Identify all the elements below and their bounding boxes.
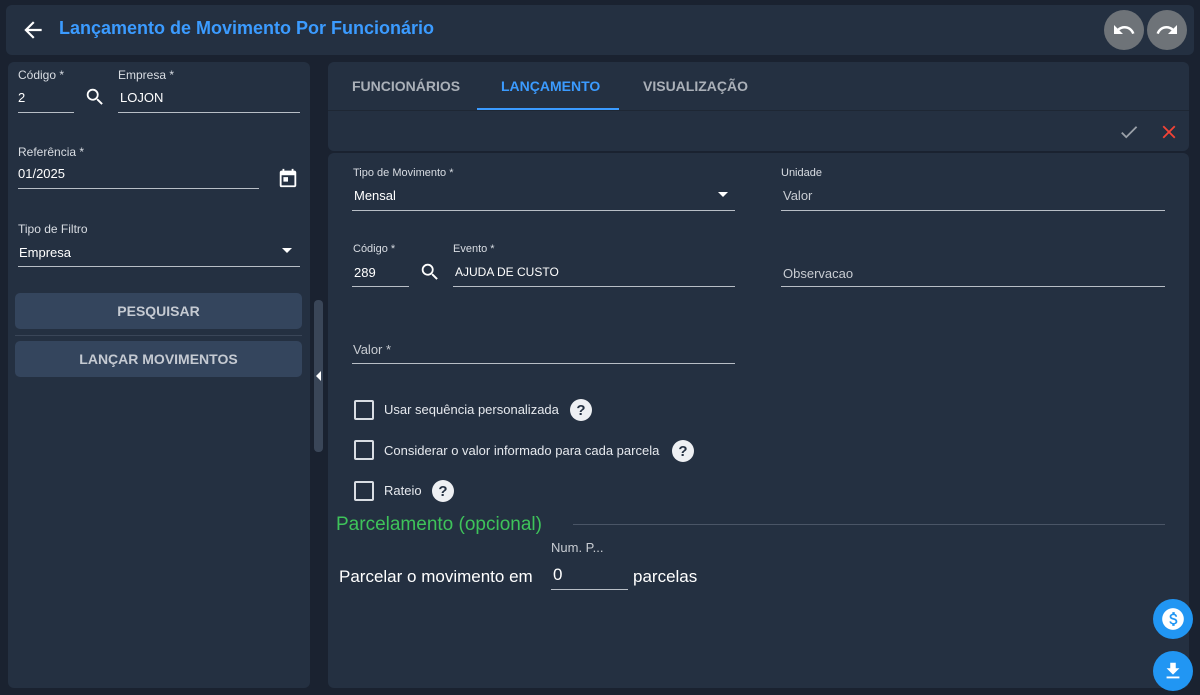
tipo-movimento-label: Tipo de Movimento * <box>353 167 454 179</box>
observacao-underline <box>781 286 1165 287</box>
help-icon[interactable]: ? <box>672 440 694 462</box>
parcelamento-title: Parcelamento (opcional) <box>336 514 542 535</box>
calendar-icon[interactable] <box>277 167 299 189</box>
codigo-label: Código * <box>18 68 65 82</box>
tipo-filtro-label: Tipo de Filtro <box>18 222 88 236</box>
parcelar-prefix: Parcelar o movimento em <box>339 567 533 586</box>
unidade-label: Unidade <box>781 167 822 179</box>
search-icon[interactable] <box>84 86 106 108</box>
tab-visualizacao[interactable]: VISUALIZAÇÃO <box>643 78 748 94</box>
tipo-movimento-underline <box>352 210 735 211</box>
checkbox-sequencia-personalizada[interactable] <box>354 400 374 420</box>
page-title: Lançamento de Movimento Por Funcionário <box>59 18 435 38</box>
download-icon <box>1162 660 1184 682</box>
redo-icon <box>1155 18 1179 42</box>
empresa-label: Empresa * <box>118 68 175 82</box>
codigo-underline <box>18 112 74 113</box>
num-parcelas-underline <box>551 589 628 590</box>
help-icon[interactable]: ? <box>432 480 454 502</box>
help-icon[interactable]: ? <box>570 399 592 421</box>
checkbox-label: Rateio <box>384 483 422 498</box>
num-parcelas-label: Num. P... <box>551 540 604 555</box>
codigo-evento-label: Código * <box>353 243 396 255</box>
lancar-movimentos-button[interactable]: LANÇAR MOVIMENTOS <box>15 341 302 377</box>
tab-lancamento[interactable]: LANÇAMENTO <box>501 78 600 94</box>
referencia-label: Referência * <box>18 145 85 159</box>
redo-button[interactable] <box>1147 10 1187 50</box>
tipo-filtro-underline <box>18 266 300 267</box>
checkbox-rateio[interactable] <box>354 481 374 501</box>
checkbox-valor-cada-parcela[interactable] <box>354 440 374 460</box>
num-parcelas-input[interactable]: 0 <box>553 565 562 585</box>
dollar-icon <box>1160 606 1186 632</box>
checkbox-label: Usar sequência personalizada <box>384 402 559 417</box>
unidade-underline <box>781 210 1165 211</box>
collapse-icon[interactable] <box>315 370 323 382</box>
codigo-input[interactable]: 2 <box>18 90 25 105</box>
codigo-evento-input[interactable]: 289 <box>354 265 376 280</box>
lancamento-form: Tipo de Movimento * Mensal Unidade Valor… <box>328 153 1189 688</box>
pesquisar-button[interactable]: PESQUISAR <box>15 293 302 329</box>
checkbox-label: Considerar o valor informado para cada p… <box>384 443 660 458</box>
tabs-panel: FUNCIONÁRIOS LANÇAMENTO VISUALIZAÇÃO <box>328 62 1189 151</box>
tabs-divider <box>328 110 1189 111</box>
evento-label: Evento * <box>453 243 495 255</box>
evento-underline <box>453 286 735 287</box>
referencia-input[interactable]: 01/2025 <box>18 166 65 181</box>
dropdown-arrow-icon[interactable] <box>281 247 293 255</box>
dollar-button[interactable] <box>1153 599 1193 639</box>
tab-funcionarios[interactable]: FUNCIONÁRIOS <box>352 78 460 94</box>
page-header: Lançamento de Movimento Por Funcionário <box>6 5 1194 55</box>
search-icon[interactable] <box>419 261 441 283</box>
divider <box>15 335 302 336</box>
filter-panel: Código * 2 Empresa * LOJON Referência * … <box>8 62 310 688</box>
referencia-underline <box>18 188 259 189</box>
dropdown-arrow-icon[interactable] <box>717 191 729 199</box>
codigo-evento-underline <box>352 286 409 287</box>
empresa-input[interactable]: LOJON <box>120 90 163 105</box>
undo-button[interactable] <box>1104 10 1144 50</box>
parcelamento-divider <box>573 524 1165 525</box>
tipo-movimento-select[interactable]: Mensal <box>354 188 396 203</box>
close-icon[interactable] <box>1158 121 1180 143</box>
parcelar-suffix: parcelas <box>633 567 698 586</box>
valor-input[interactable]: Valor * <box>353 342 391 357</box>
undo-icon <box>1112 18 1136 42</box>
tipo-filtro-select[interactable]: Empresa <box>19 245 71 260</box>
valor-underline <box>352 363 735 364</box>
download-button[interactable] <box>1153 651 1193 691</box>
check-icon[interactable] <box>1118 121 1140 143</box>
unidade-input[interactable]: Valor <box>783 188 812 203</box>
evento-input[interactable]: AJUDA DE CUSTO <box>455 265 559 279</box>
empresa-underline <box>118 112 300 113</box>
back-arrow-icon[interactable] <box>20 17 46 43</box>
observacao-input[interactable]: Observacao <box>783 266 853 281</box>
